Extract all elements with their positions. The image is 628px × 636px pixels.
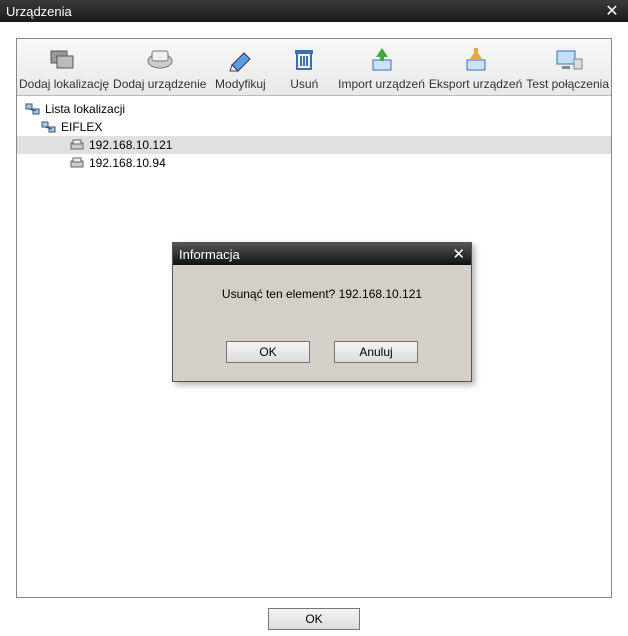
window-titlebar: Urządzenia ✕: [0, 0, 628, 22]
import-icon: [366, 45, 398, 73]
delete-button[interactable]: Usuń: [272, 39, 336, 95]
dialog-title: Informacja: [179, 247, 240, 262]
close-icon[interactable]: ✕: [602, 1, 622, 21]
printer-icon: [69, 138, 85, 152]
tree-device[interactable]: 192.168.10.121: [17, 136, 611, 154]
network-icon: [25, 102, 41, 116]
device-tree: Lista lokalizacji EIFLEX 192.168.10.121: [17, 96, 611, 176]
device-icon: [144, 45, 176, 73]
printer-icon: [69, 156, 85, 170]
ok-button[interactable]: OK: [268, 608, 360, 630]
toolbar-label: Eksport urządzeń: [429, 77, 522, 91]
tree-root[interactable]: Lista lokalizacji: [17, 100, 611, 118]
trash-icon: [288, 45, 320, 73]
dialog-buttons: OK Anuluj: [185, 341, 459, 369]
toolbar-label: Import urządzeń: [338, 77, 425, 91]
window-title: Urządzenia: [6, 4, 72, 19]
toolbar-label: Dodaj lokalizację: [19, 77, 109, 91]
tree-label: 192.168.10.94: [89, 156, 166, 170]
window-buttons: OK: [16, 608, 612, 630]
toolbar-label: Modyfikuj: [210, 77, 270, 91]
import-button[interactable]: Import urządzeń: [336, 39, 427, 95]
network-icon: [41, 120, 57, 134]
toolbar: Dodaj lokalizację Dodaj urządzenie Modyf…: [17, 39, 611, 96]
toolbar-label: Usuń: [274, 77, 334, 91]
export-icon: [460, 45, 492, 73]
folders-icon: [48, 45, 80, 73]
content-frame: Dodaj lokalizację Dodaj urządzenie Modyf…: [16, 38, 612, 598]
toolbar-label: Dodaj urządzenie: [113, 77, 206, 91]
tree-location[interactable]: EIFLEX: [17, 118, 611, 136]
tree-label: 192.168.10.121: [89, 138, 172, 152]
monitor-icon: [552, 45, 584, 73]
ok-button[interactable]: OK: [226, 341, 310, 363]
export-button[interactable]: Eksport urządzeń: [427, 39, 524, 95]
dialog-message: Usunąć ten element? 192.168.10.121: [185, 287, 459, 301]
tree-label: Lista lokalizacji: [45, 102, 125, 116]
modify-button[interactable]: Modyfikuj: [208, 39, 272, 95]
tree-device[interactable]: 192.168.10.94: [17, 154, 611, 172]
cancel-button[interactable]: Anuluj: [334, 341, 418, 363]
tree-label: EIFLEX: [61, 120, 102, 134]
add-location-button[interactable]: Dodaj lokalizację: [17, 39, 111, 95]
confirm-dialog: Informacja ✕ Usunąć ten element? 192.168…: [172, 242, 472, 382]
test-connection-button[interactable]: Test połączenia: [524, 39, 611, 95]
close-icon[interactable]: ✕: [452, 245, 465, 263]
toolbar-label: Test połączenia: [526, 77, 609, 91]
window-body: Dodaj lokalizację Dodaj urządzenie Modyf…: [0, 22, 628, 636]
add-device-button[interactable]: Dodaj urządzenie: [111, 39, 208, 95]
dialog-body: Usunąć ten element? 192.168.10.121 OK An…: [173, 265, 471, 381]
eraser-icon: [224, 45, 256, 73]
dialog-titlebar: Informacja ✕: [173, 243, 471, 265]
